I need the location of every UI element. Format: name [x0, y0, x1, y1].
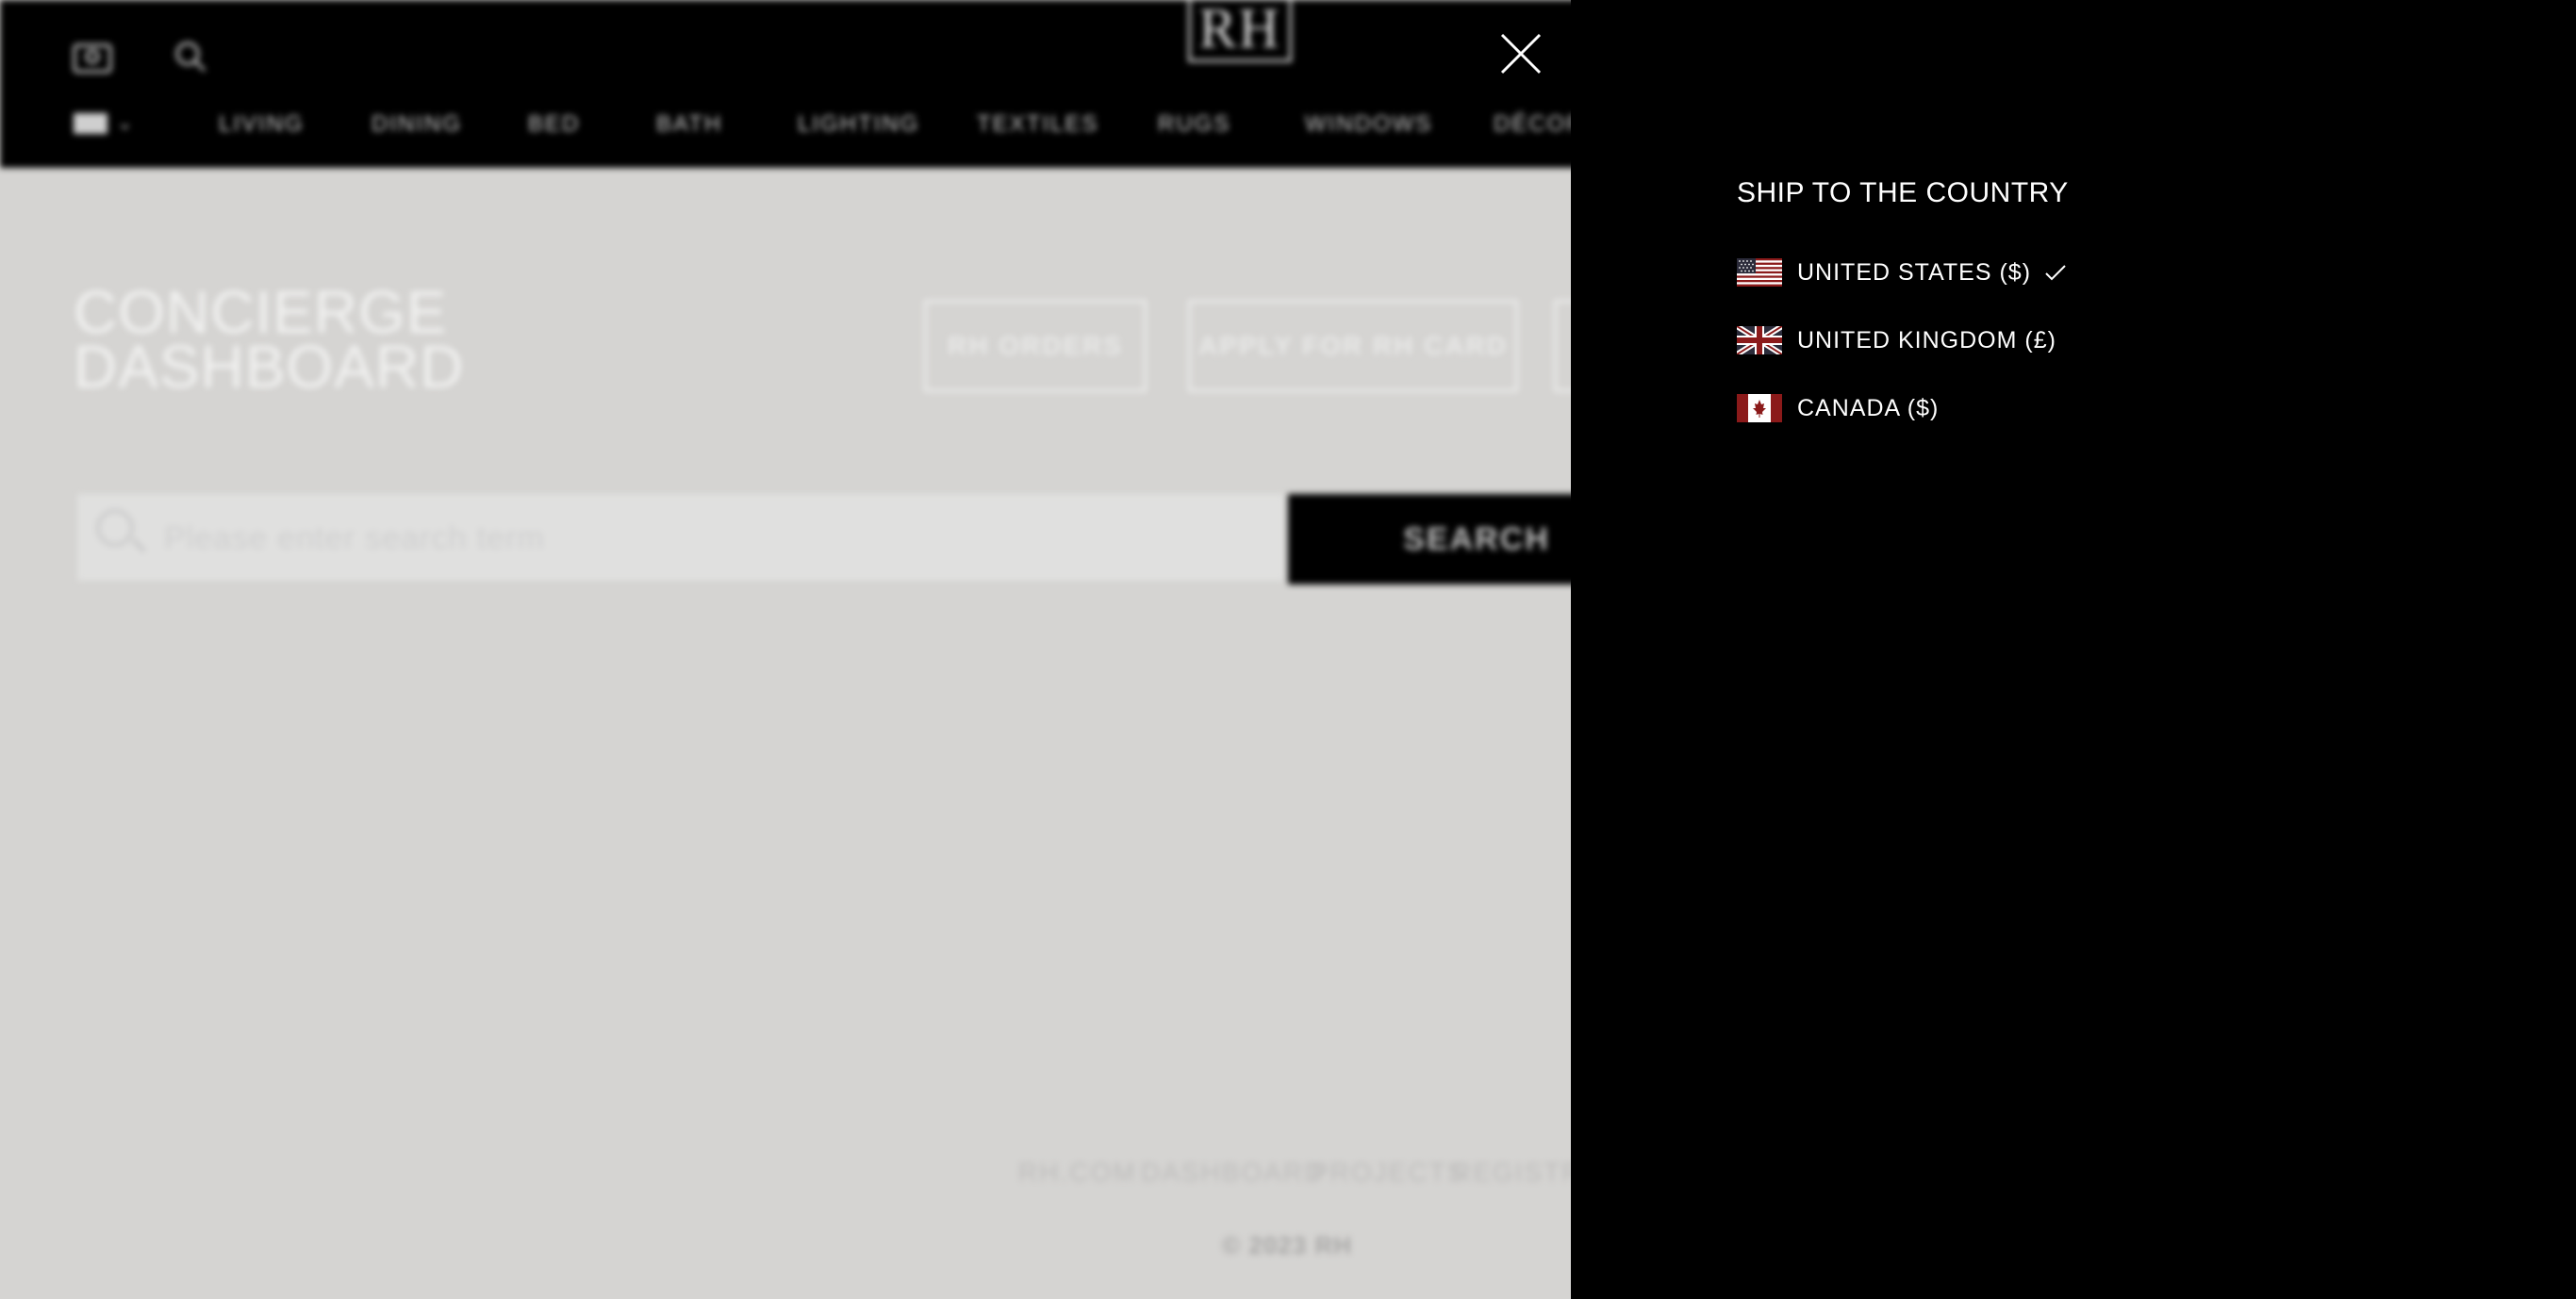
uk-flag-icon — [1737, 326, 1782, 354]
search-placeholder: Please enter search term — [164, 520, 545, 556]
page-title: CONCIERGE DASHBOARD — [74, 278, 465, 401]
country-name: UNITED STATES ($) — [1797, 258, 2032, 286]
account-icon[interactable] — [72, 38, 113, 75]
footer-link[interactable]: DASHBOARD — [1141, 1158, 1325, 1188]
apply-rh-card-button[interactable]: APPLY FOR RH CARD — [1188, 300, 1518, 392]
footer-link[interactable]: RH.COM — [1018, 1158, 1137, 1188]
rh-orders-button[interactable]: RH ORDERS — [924, 300, 1147, 392]
nav-item[interactable]: BATH — [656, 111, 722, 138]
close-icon[interactable] — [1499, 32, 1543, 75]
nav-item[interactable]: WINDOWS — [1305, 111, 1432, 138]
search-icon[interactable] — [172, 38, 209, 75]
brand-logo[interactable]: RH — [1188, 0, 1292, 62]
page-title-line: DASHBOARD — [74, 333, 465, 401]
panel-title: SHIP TO THE COUNTRY — [1737, 177, 2069, 208]
search-field-icon — [96, 509, 134, 547]
nav-item[interactable]: LIGHTING — [798, 111, 919, 138]
nav-item[interactable]: LIVING — [219, 111, 305, 138]
country-option-united-kingdom[interactable]: UNITED KINGDOM (£) — [1737, 325, 2056, 355]
checkmark-icon — [2045, 265, 2066, 281]
nav-item[interactable]: DINING — [372, 111, 462, 138]
footer-link[interactable]: PROJECTS — [1311, 1158, 1466, 1188]
country-name: CANADA ($) — [1797, 394, 1940, 421]
page-title-line: CONCIERGE — [74, 278, 448, 346]
country-option-united-states[interactable]: UNITED STATES ($) — [1737, 257, 2067, 288]
footer-copyright: © 2023 RH — [1222, 1231, 1352, 1259]
nav-item[interactable]: RUGS — [1158, 111, 1230, 138]
country-name: UNITED KINGDOM (£) — [1797, 326, 2056, 354]
nav-item[interactable]: TEXTILES — [977, 111, 1098, 138]
country-selector-panel — [1571, 0, 2576, 1299]
canada-flag-icon — [1737, 394, 1782, 422]
nav-item[interactable]: BED — [528, 111, 580, 138]
country-option-canada[interactable]: CANADA ($) — [1737, 393, 1939, 423]
us-flag-icon — [1737, 258, 1782, 287]
main-nav: LIVING DINING BED BATH LIGHTING TEXTILES… — [0, 111, 1584, 143]
